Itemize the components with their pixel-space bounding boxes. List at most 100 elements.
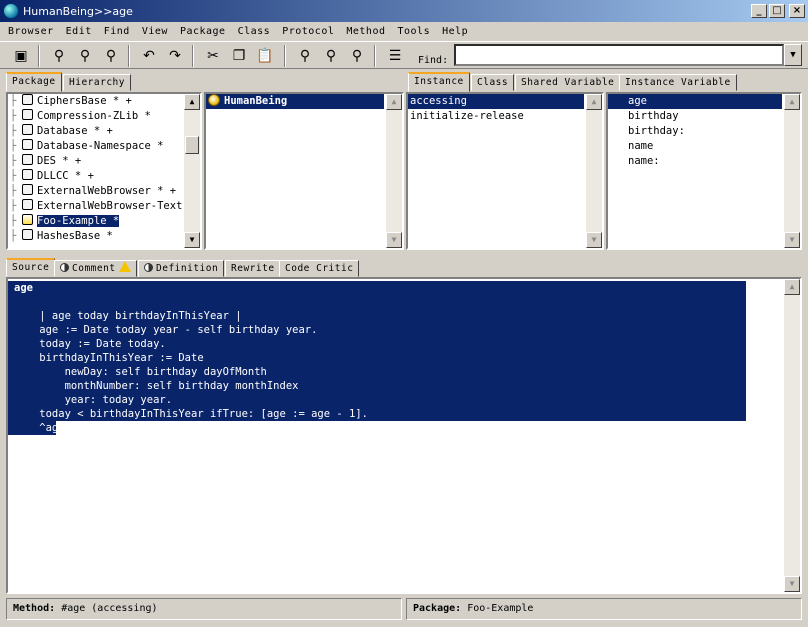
cut-icon[interactable]: ✂ [202, 45, 224, 67]
scroll-up-icon[interactable]: ▲ [184, 94, 200, 110]
method-item[interactable]: name [608, 139, 800, 154]
tab-comment[interactable]: Comment [54, 260, 137, 277]
class-item-selected[interactable]: HumanBeing [206, 94, 384, 109]
status-method-label: Method: [13, 603, 56, 614]
app-globe-icon [3, 3, 19, 19]
find-binoculars-icon[interactable]: ⚲ [48, 45, 70, 67]
search-class-icon[interactable]: ⚲ [346, 45, 368, 67]
code-line: age [8, 281, 746, 295]
source-code-editor[interactable]: age | age today birthdayInThisYear | age… [6, 277, 802, 594]
tab-source[interactable]: Source [6, 258, 56, 277]
package-item[interactable]: ├ ExternalWebBrowser-Text [8, 199, 200, 214]
protocol-list[interactable]: accessing initialize-release ▲ ▼ [406, 92, 604, 250]
code-line: | age today birthdayInThisYear | [8, 309, 746, 323]
status-method-value: #age (accessing) [61, 603, 158, 614]
minimize-button[interactable]: _ [751, 4, 767, 18]
package-icon [22, 184, 33, 195]
scroll-down-icon[interactable]: ▼ [386, 232, 402, 248]
package-item-selected[interactable]: ├ Foo-Example * [8, 214, 200, 229]
scroll-down-icon[interactable]: ▼ [784, 576, 800, 592]
find-input[interactable] [454, 44, 784, 66]
tab-code-critic[interactable]: Code Critic [279, 260, 360, 277]
method-item[interactable]: birthday [608, 109, 800, 124]
title-bar: HumanBeing>>age _ □ × [0, 0, 808, 22]
browser-window-icon[interactable]: ▣ [10, 45, 32, 67]
tab-definition[interactable]: Definition [138, 260, 225, 277]
class-icon [208, 94, 220, 106]
search-binoculars-icon[interactable]: ⚲ [294, 45, 316, 67]
menu-find[interactable]: Find [98, 26, 136, 37]
tab-instance[interactable]: Instance [408, 72, 470, 92]
protocol-item[interactable]: initialize-release [408, 109, 602, 124]
tab-instance-variable[interactable]: Instance Variable [619, 74, 737, 91]
package-item[interactable]: ├ HashesBase * [8, 229, 200, 244]
definition-status-icon [144, 263, 153, 272]
menu-class[interactable]: Class [232, 26, 277, 37]
tab-class[interactable]: Class [471, 74, 515, 91]
scroll-down-icon[interactable]: ▼ [784, 232, 800, 248]
toolbar-separator [128, 45, 130, 67]
method-item[interactable]: name: [608, 154, 800, 169]
menu-help[interactable]: Help [436, 26, 474, 37]
class-scrollbar[interactable]: ▲ ▼ [386, 94, 402, 248]
tab-rewrite[interactable]: Rewrite [225, 260, 281, 277]
tab-package[interactable]: Package [6, 72, 62, 92]
tab-hierarchy[interactable]: Hierarchy [63, 74, 131, 91]
maximize-button[interactable]: □ [769, 4, 785, 18]
menu-view[interactable]: View [136, 26, 174, 37]
scroll-down-icon[interactable]: ▼ [586, 232, 602, 248]
package-item[interactable]: ├ DLLCC * + [8, 169, 200, 184]
package-item[interactable]: ├ ExternalWebBrowser * + [8, 184, 200, 199]
window-title: HumanBeing>>age [23, 4, 133, 18]
menu-method[interactable]: Method [340, 26, 391, 37]
toolbar-separator [284, 45, 286, 67]
method-item-selected[interactable]: age [608, 94, 782, 109]
redo-icon[interactable]: ↷ [164, 45, 186, 67]
scroll-down-icon[interactable]: ▼ [184, 232, 200, 248]
format-code-icon[interactable]: ☰ [384, 45, 406, 67]
package-item[interactable]: ├ Database-Namespace * [8, 139, 200, 154]
code-scrollbar[interactable]: ▲ ▼ [784, 279, 800, 592]
tab-shared-variable[interactable]: Shared Variable [515, 74, 621, 91]
code-line [8, 295, 746, 309]
code-line: newDay: self birthday dayOfMonth [8, 365, 746, 379]
copy-icon[interactable]: ❐ [228, 45, 250, 67]
package-icon [22, 139, 33, 150]
menu-edit[interactable]: Edit [60, 26, 98, 37]
scroll-up-icon[interactable]: ▲ [386, 94, 402, 110]
status-method: Method: #age (accessing) [6, 598, 402, 620]
package-item[interactable]: ├ CiphersBase * + [8, 94, 200, 109]
package-item[interactable]: ├ Database * + [8, 124, 200, 139]
status-package-label: Package: [413, 603, 462, 614]
menu-protocol[interactable]: Protocol [276, 26, 340, 37]
package-item[interactable]: ├ Compression-ZLib * [8, 109, 200, 124]
protocol-item-selected[interactable]: accessing [408, 94, 584, 109]
find-dropdown-button[interactable]: ▼ [784, 44, 802, 66]
protocol-scrollbar[interactable]: ▲ ▼ [586, 94, 602, 248]
close-button[interactable]: × [789, 4, 805, 18]
package-item[interactable]: ├ DES * + [8, 154, 200, 169]
method-item[interactable]: birthday: [608, 124, 800, 139]
method-scrollbar[interactable]: ▲ ▼ [784, 94, 800, 248]
search-senders-icon[interactable]: ⚲ [320, 45, 342, 67]
package-scrollbar[interactable]: ▲ ▼ [184, 94, 200, 248]
scroll-up-icon[interactable]: ▲ [586, 94, 602, 110]
find-references-icon[interactable]: ⚲ [74, 45, 96, 67]
paste-icon[interactable]: 📋 [254, 45, 276, 67]
package-icon [22, 109, 33, 120]
class-list[interactable]: HumanBeing ▲ ▼ [204, 92, 404, 250]
menu-package[interactable]: Package [174, 26, 232, 37]
scroll-up-icon[interactable]: ▲ [784, 279, 800, 295]
code-line: ^age [8, 421, 65, 435]
package-list[interactable]: ├ CiphersBase * + ├ Compression-ZLib * ├ Da… [6, 92, 202, 250]
scroll-thumb[interactable] [185, 136, 199, 154]
find-implementors-icon[interactable]: ⚲ [100, 45, 122, 67]
status-package: Package: Foo-Example [406, 598, 802, 620]
scroll-up-icon[interactable]: ▲ [784, 94, 800, 110]
menu-browser[interactable]: Browser [2, 26, 60, 37]
menu-tools[interactable]: Tools [392, 26, 437, 37]
package-icon [22, 124, 33, 135]
undo-icon[interactable]: ↶ [138, 45, 160, 67]
comment-status-icon [60, 263, 69, 272]
method-list[interactable]: age birthday birthday: name name: ▲ ▼ [606, 92, 802, 250]
